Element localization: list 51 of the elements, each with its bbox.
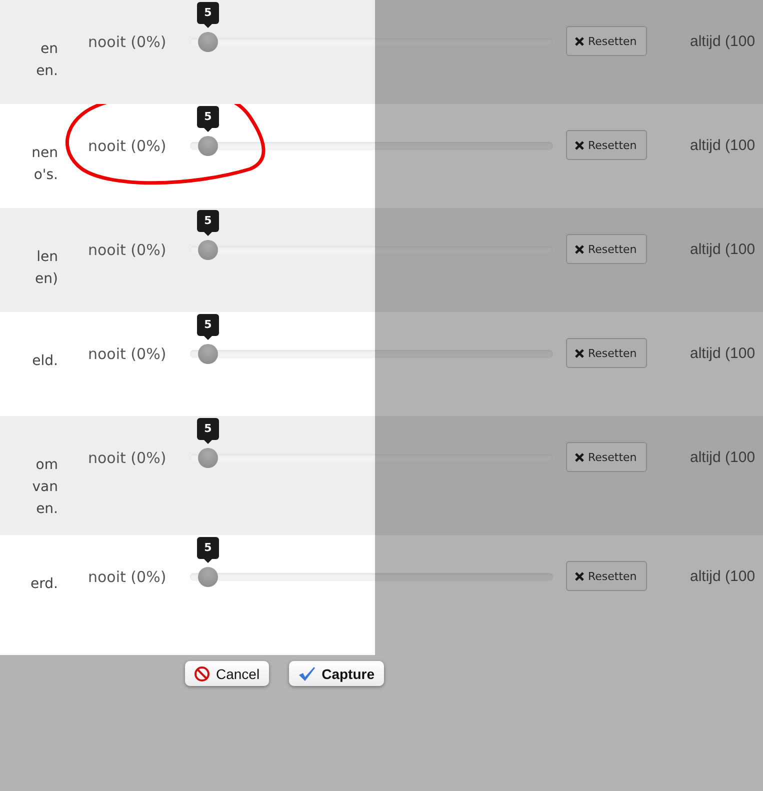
max-label: altijd (100 xyxy=(690,567,756,587)
slider-track[interactable] xyxy=(190,31,553,53)
max-label: altijd (100 xyxy=(690,136,756,156)
x-icon xyxy=(575,140,584,150)
description-text: en. xyxy=(36,500,58,519)
slider-thumb[interactable] xyxy=(198,240,218,260)
min-label: nooit (0%) xyxy=(88,240,168,261)
reset-button[interactable]: Resetten xyxy=(566,338,647,368)
max-label: altijd (100 xyxy=(690,448,756,468)
max-label: altijd (100 xyxy=(690,344,756,364)
description-text: o's. xyxy=(34,166,58,185)
slider-thumb[interactable] xyxy=(198,32,218,52)
x-icon xyxy=(575,348,584,358)
x-icon xyxy=(575,572,584,580)
reset-button[interactable]: Resetten xyxy=(566,561,647,591)
description-text: en. xyxy=(36,62,58,81)
reset-button[interactable]: Resetten xyxy=(566,234,647,264)
x-icon xyxy=(575,452,584,462)
max-label: altijd (100 xyxy=(690,32,756,52)
description-text: nen xyxy=(32,144,58,163)
slider-thumb[interactable] xyxy=(198,344,218,364)
slider-thumb[interactable] xyxy=(198,136,218,156)
description-text: en) xyxy=(35,270,58,289)
ban-icon xyxy=(194,666,210,682)
slider-thumb[interactable] xyxy=(198,448,218,468)
max-label: altijd (100 xyxy=(690,240,756,260)
description-text: len xyxy=(36,248,58,267)
reset-button[interactable]: Resetten xyxy=(566,442,647,472)
x-icon xyxy=(575,36,584,46)
min-label: nooit (0%) xyxy=(88,32,168,53)
slider-track[interactable] xyxy=(190,447,553,469)
slider-thumb[interactable] xyxy=(198,567,218,587)
capture-button[interactable]: Capture xyxy=(288,661,384,686)
slider-track[interactable] xyxy=(190,343,553,365)
min-label: nooit (0%) xyxy=(88,567,168,588)
check-icon xyxy=(298,666,316,682)
slider-track[interactable] xyxy=(190,566,553,588)
min-label: nooit (0%) xyxy=(88,136,168,157)
x-icon xyxy=(575,244,584,254)
slider-track[interactable] xyxy=(190,135,553,157)
min-label: nooit (0%) xyxy=(88,344,168,365)
description-text: erd. xyxy=(30,575,58,594)
description-text: en xyxy=(40,40,58,59)
min-label: nooit (0%) xyxy=(88,448,168,469)
slider-track[interactable] xyxy=(190,239,553,261)
description-text: om xyxy=(36,456,58,475)
description-text: eld. xyxy=(32,352,58,371)
reset-button[interactable]: Resetten xyxy=(566,26,647,56)
cancel-button[interactable]: Cancel xyxy=(185,661,269,686)
description-text: van xyxy=(32,478,58,497)
reset-button[interactable]: Resetten xyxy=(566,130,647,160)
